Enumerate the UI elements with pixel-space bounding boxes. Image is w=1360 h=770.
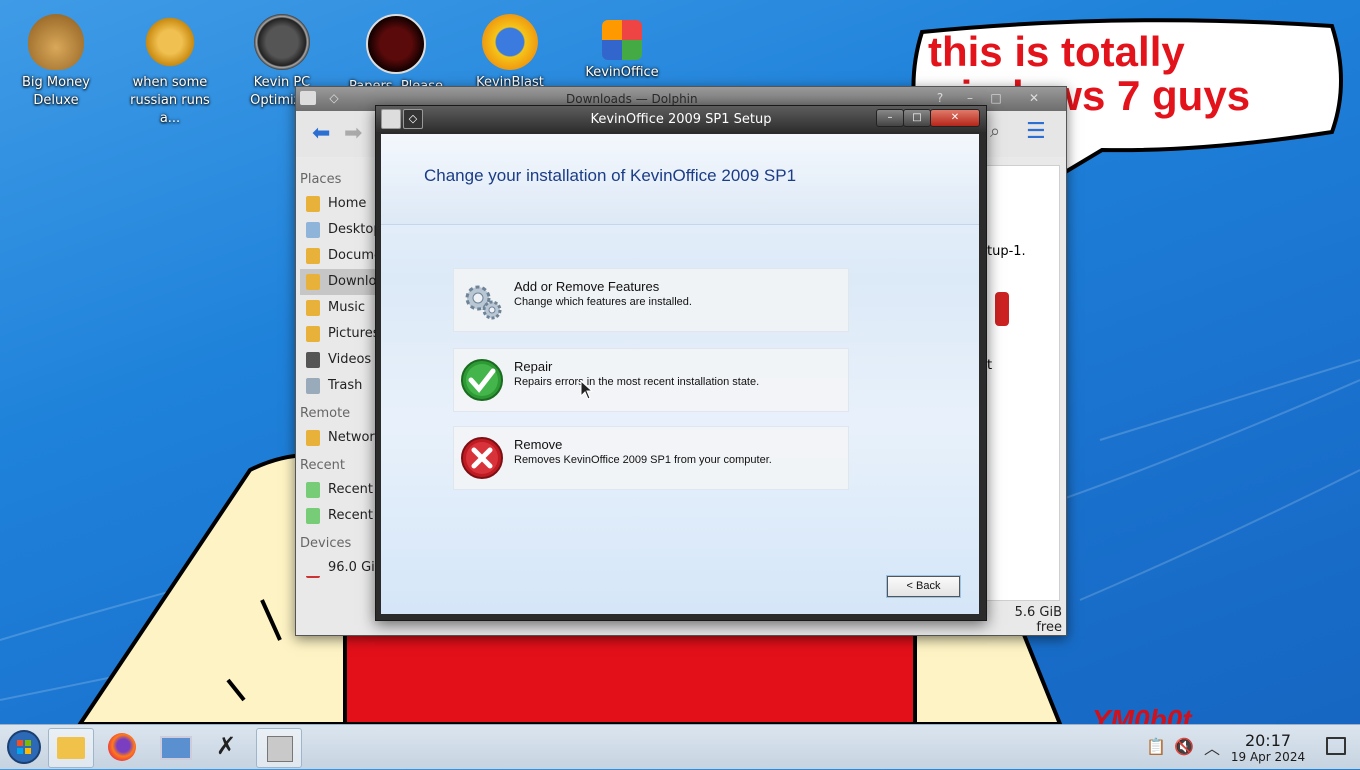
pin-icon[interactable]: ◇ xyxy=(324,89,344,107)
x-icon: ✗ xyxy=(216,732,237,760)
taskbar-file-manager[interactable] xyxy=(48,728,94,768)
show-desktop-icon[interactable] xyxy=(1326,737,1346,755)
back-arrow-icon[interactable]: ⬅ xyxy=(312,121,330,146)
place-hard-drive[interactable]: 96.0 GiB Hard Drive xyxy=(300,555,378,581)
taskbar-setup[interactable] xyxy=(256,728,302,768)
devices-header: Devices xyxy=(300,536,352,551)
recent-locations-icon xyxy=(306,508,320,524)
gears-icon xyxy=(465,285,502,320)
places-header: Places xyxy=(300,172,342,187)
setup-app-icon xyxy=(267,736,293,762)
kevinblast-icon xyxy=(482,14,538,70)
places-panel: Places Home Desktop Documents Downloads … xyxy=(300,165,378,625)
home-folder-icon xyxy=(306,196,320,212)
option-remove[interactable]: Remove Removes KevinOffice 2009 SP1 from… xyxy=(453,426,849,490)
file-name-fragment[interactable]: t xyxy=(987,358,992,373)
downloads-folder-icon xyxy=(306,274,320,290)
file-thumbnail[interactable] xyxy=(995,292,1009,326)
place-pictures[interactable]: Pictures xyxy=(300,321,378,347)
setup-titlebar[interactable]: ◇ KevinOffice 2009 SP1 Setup – □ ✕ xyxy=(376,106,986,132)
desktop-icon-label: Big Money Deluxe xyxy=(21,75,90,108)
kevinoffice-icon xyxy=(602,20,642,60)
place-downloads[interactable]: Downloads xyxy=(300,269,378,295)
clipboard-icon[interactable]: 📋 xyxy=(1146,737,1166,756)
green-check-icon xyxy=(461,359,503,401)
setup-dialog[interactable]: ◇ KevinOffice 2009 SP1 Setup – □ ✕ Chang… xyxy=(375,105,987,621)
music-folder-icon xyxy=(306,300,320,316)
place-network[interactable]: Network xyxy=(300,425,378,451)
place-trash[interactable]: Trash xyxy=(300,373,378,399)
chevron-up-icon[interactable]: ︿ xyxy=(1204,735,1220,759)
search-icon[interactable]: ⌕ xyxy=(990,121,1000,142)
place-documents[interactable]: Documents xyxy=(300,243,378,269)
place-recent-locations[interactable]: Recent Locations xyxy=(300,503,378,529)
file-view[interactable]: tup-1. t xyxy=(986,165,1060,601)
recent-header: Recent xyxy=(300,458,345,473)
close-button[interactable]: ✕ xyxy=(930,109,980,127)
clock-date: 19 Apr 2024 xyxy=(1230,750,1306,764)
option-description: Change which features are installed. xyxy=(514,296,692,308)
option-title: Add or Remove Features xyxy=(514,279,660,294)
option-title: Remove xyxy=(514,437,563,452)
menu-icon[interactable]: ☰ xyxy=(1026,119,1046,144)
setup-body: Change your installation of KevinOffice … xyxy=(381,134,979,614)
option-description: Repairs errors in the most recent instal… xyxy=(514,376,760,388)
close-button[interactable]: ✕ xyxy=(1024,89,1044,107)
setup-heading: Change your installation of KevinOffice … xyxy=(424,166,797,185)
mouse-cursor-icon xyxy=(580,380,594,400)
maximize-button[interactable]: □ xyxy=(903,109,931,127)
place-videos[interactable]: Videos xyxy=(300,347,378,373)
place-desktop[interactable]: Desktop xyxy=(300,217,378,243)
desktop-icon-kevinoffice[interactable]: KevinOffice xyxy=(570,6,674,82)
papers-please-icon xyxy=(366,14,426,74)
taskbar-system-settings[interactable] xyxy=(152,728,196,766)
start-button[interactable] xyxy=(2,728,46,766)
pictures-folder-icon xyxy=(306,326,320,342)
red-x-icon xyxy=(461,437,503,479)
minimize-button[interactable]: – xyxy=(876,109,904,127)
desktop-icon-russian[interactable]: when some russian runs a... xyxy=(118,6,222,128)
speedometer-icon xyxy=(254,14,310,70)
dolphin-title: Downloads — Dolphin xyxy=(566,92,698,106)
gear-icon xyxy=(142,14,198,70)
network-folder-icon xyxy=(306,430,320,446)
option-repair[interactable]: Repair Repairs errors in the most recent… xyxy=(453,348,849,412)
back-button[interactable]: < Back xyxy=(886,575,961,598)
forward-arrow-icon[interactable]: ➡ xyxy=(344,121,362,146)
taskbar-firefox[interactable] xyxy=(100,728,144,766)
taskbar-x-app[interactable]: ✗ xyxy=(204,728,248,766)
desktop-icon-label: when some russian runs a... xyxy=(130,75,210,126)
volume-muted-icon[interactable]: 🔇 xyxy=(1174,737,1194,756)
desktop-folder-icon xyxy=(306,222,320,238)
folder-icon xyxy=(57,737,85,759)
option-add-remove-features[interactable]: Add or Remove Features Change which feat… xyxy=(453,268,849,332)
place-music[interactable]: Music xyxy=(300,295,378,321)
desktop-icon-big-money-deluxe[interactable]: Big Money Deluxe xyxy=(4,6,108,110)
windows-orb-icon xyxy=(7,730,41,764)
firefox-icon xyxy=(108,733,136,761)
drive-icon xyxy=(306,560,320,578)
free-space-status: 5.6 GiB free xyxy=(1014,605,1062,635)
clock-time: 20:17 xyxy=(1244,731,1292,750)
remote-header: Remote xyxy=(300,406,351,421)
desktop-icon-label: KevinOffice xyxy=(585,65,659,80)
option-description: Removes KevinOffice 2009 SP1 from your c… xyxy=(514,454,772,466)
documents-folder-icon xyxy=(306,248,320,264)
setup-header: Change your installation of KevinOffice … xyxy=(381,134,979,225)
videos-folder-icon xyxy=(306,352,320,368)
money-bag-icon xyxy=(28,14,84,70)
desktop-icon-kevinblast[interactable]: KevinBlast xyxy=(458,6,562,92)
place-home[interactable]: Home xyxy=(300,191,378,217)
monitor-icon xyxy=(160,736,192,760)
recent-files-icon xyxy=(306,482,320,498)
clock[interactable]: 20:17 19 Apr 2024 xyxy=(1228,731,1308,765)
maximize-button[interactable]: □ xyxy=(986,89,1006,107)
folder-icon xyxy=(300,91,316,105)
desktop-icon-papers-please[interactable]: Papers, Please xyxy=(344,6,448,96)
trash-icon xyxy=(306,378,320,394)
taskbar: ✗ 📋 🔇 ︿ xyxy=(0,724,1360,769)
file-name-fragment[interactable]: tup-1. xyxy=(987,244,1026,259)
option-title: Repair xyxy=(514,359,553,374)
place-recent-files[interactable]: Recent Files xyxy=(300,477,378,503)
